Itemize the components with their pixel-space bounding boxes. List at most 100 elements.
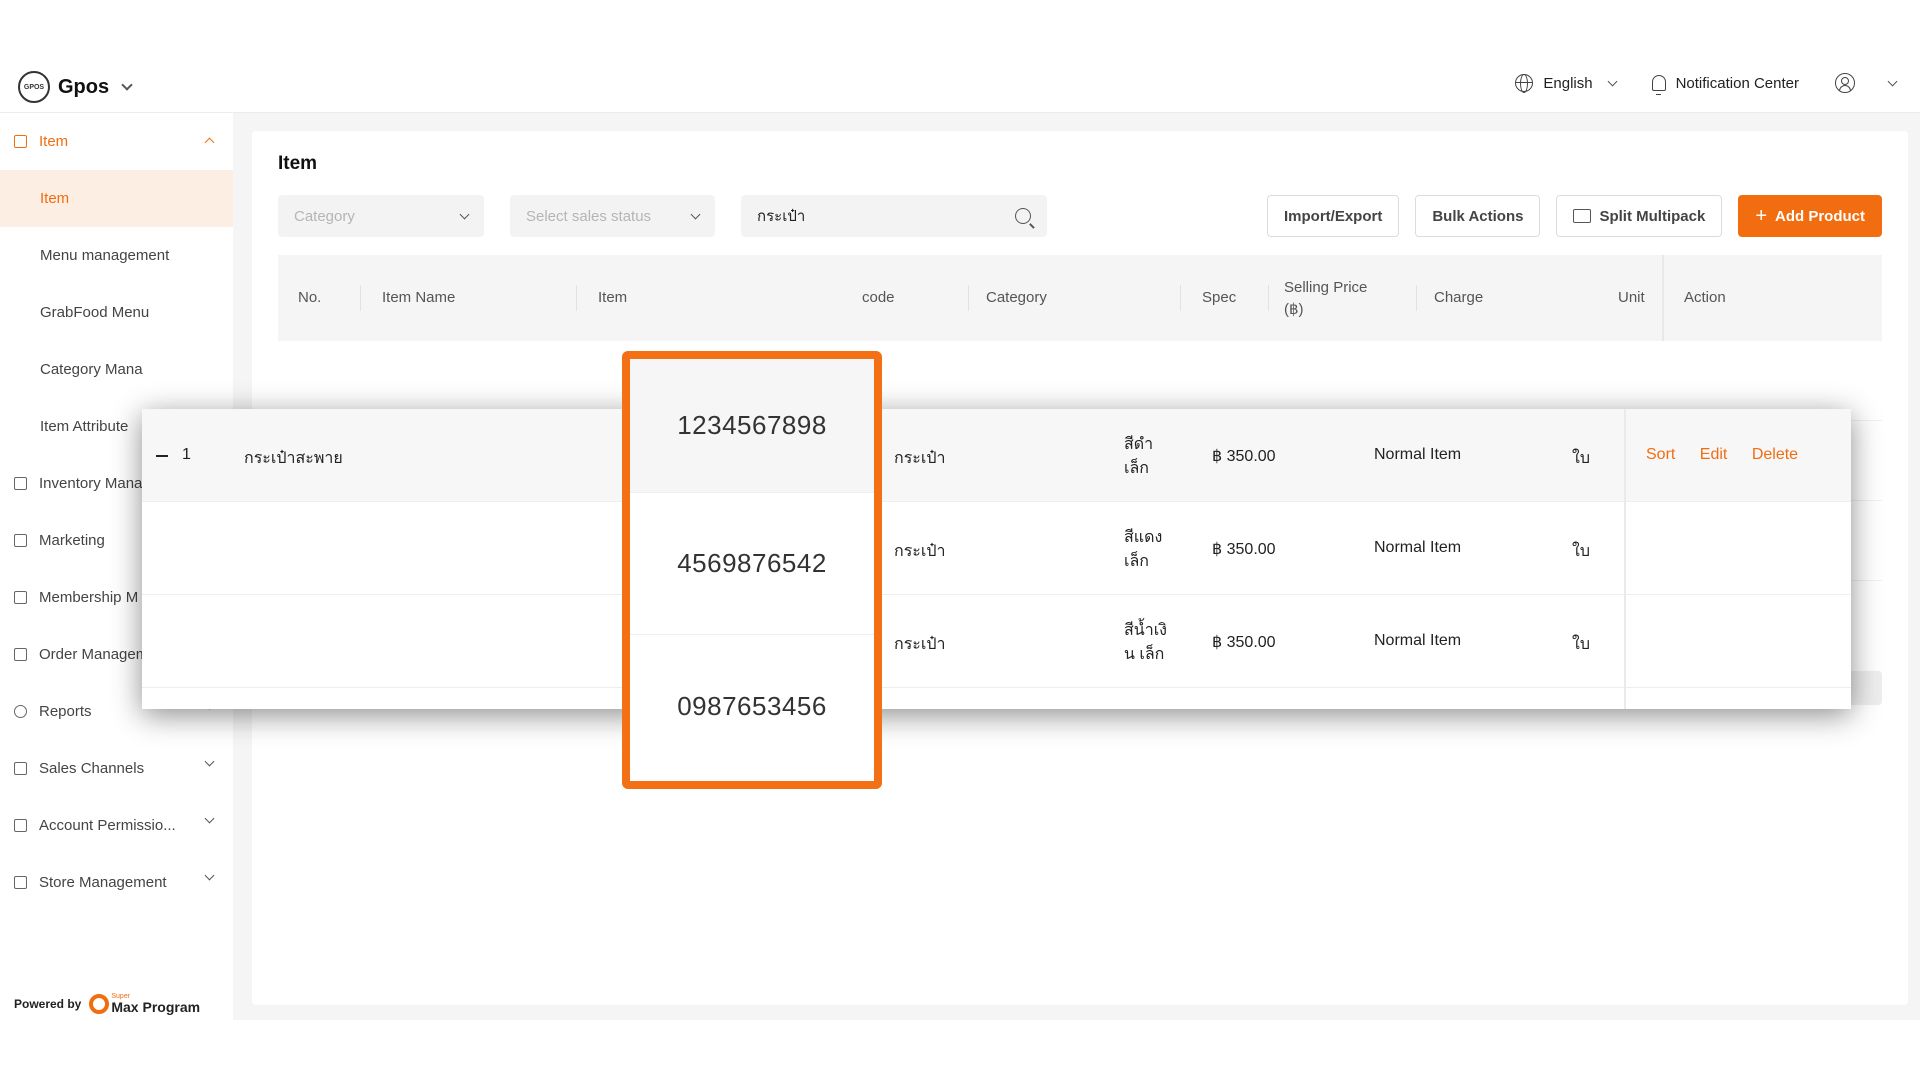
search-input[interactable]: กระเป๋า [741, 195, 1047, 237]
notification-center[interactable]: Notification Center [1651, 74, 1799, 95]
sidebar-item-label: Item Attribute [40, 418, 129, 435]
sidebar-item-category-management[interactable]: Category Mana [0, 341, 233, 398]
header-divider [1268, 285, 1269, 311]
status-placeholder: Select sales status [526, 207, 652, 225]
row-charge: Normal Item [1374, 632, 1462, 649]
row-category: กระเป๋า [894, 543, 946, 560]
store-switcher[interactable]: GPOS Gpos [18, 71, 133, 103]
sidebar-item-item[interactable]: Item [0, 170, 233, 227]
sidebar-item-sales-channels[interactable]: Sales Channels [0, 740, 233, 797]
sales-channels-icon [14, 762, 27, 775]
package-icon [1573, 209, 1592, 223]
table-row[interactable]: 1 กระเป๋าสะพาย กระเป๋า สีดำ เล็ก ฿ 350.0… [142, 409, 1851, 502]
add-product-label: Add Product [1775, 207, 1865, 225]
sidebar-item-label: Item [40, 190, 70, 207]
split-multipack-button[interactable]: Split Multipack [1556, 195, 1723, 237]
bulk-actions-button[interactable]: Bulk Actions [1415, 195, 1541, 237]
split-multipack-label: Split Multipack [1599, 207, 1706, 225]
import-export-button[interactable]: Import/Export [1267, 195, 1400, 237]
infinity-logo-icon [89, 993, 110, 1014]
row-unit: ใบ [1572, 636, 1590, 653]
app-root: GPOS Gpos English Notification Center It… [0, 55, 1920, 1020]
header-spec: Spec [1202, 289, 1237, 306]
sidebar-item-item-group[interactable]: Item [0, 113, 233, 170]
header-divider [1180, 285, 1181, 311]
row-item-name: กระเป๋าสะพาย [244, 450, 343, 467]
powered-brand: Max Program [111, 999, 201, 1015]
row-spec: สีดำ เล็ก [1124, 433, 1153, 481]
page-title: Item [278, 153, 318, 174]
delete-link[interactable]: Delete [1752, 446, 1798, 463]
row-spec-line1: สีแดง [1124, 529, 1163, 546]
sidebar-item-label: Item [39, 133, 69, 150]
row-unit: ใบ [1572, 543, 1590, 560]
category-select[interactable]: Category [278, 195, 484, 237]
sales-status-select[interactable]: Select sales status [510, 195, 715, 237]
sidebar-item-menu-management[interactable]: Menu management [0, 227, 233, 284]
header-action: Action [1684, 289, 1726, 306]
search-icon[interactable] [1015, 208, 1031, 224]
chevron-down-icon [690, 209, 701, 219]
sidebar-item-label: Inventory Mana [39, 475, 143, 492]
row-spec: สีน้ำเงิ น เล็ก [1124, 619, 1167, 667]
bell-icon [1651, 75, 1666, 95]
sidebar-item-store-management[interactable]: Store Management [0, 854, 233, 911]
sidebar-item-label: Marketing [39, 532, 105, 549]
table-row[interactable]: กระเป๋า สีแดง เล็ก ฿ 350.00 Normal Item … [142, 502, 1851, 595]
sidebar-item-label: Membership M [39, 589, 139, 606]
collapse-icon[interactable] [156, 455, 168, 457]
barcode-cell: 4569876542 [630, 493, 874, 635]
user-menu[interactable] [1835, 73, 1898, 93]
sidebar-item-label: Category Mana [40, 361, 143, 378]
warehouse-icon [14, 477, 27, 490]
marketing-icon [14, 534, 27, 547]
toolbar-actions: Import/Export Bulk Actions Split Multipa… [1267, 195, 1882, 237]
sidebar-item-grabfood-menu[interactable]: GrabFood Menu [0, 284, 233, 341]
sidebar-item-label: GrabFood Menu [40, 304, 150, 321]
header-category: Category [986, 289, 1047, 306]
header-unit: Unit [1618, 289, 1645, 306]
header-barcode: code [862, 289, 895, 306]
row-price: ฿ 350.00 [1212, 541, 1276, 558]
row-spec-line1: สีดำ [1124, 436, 1154, 453]
sidebar-item-account-permissions[interactable]: Account Permissio... [0, 797, 233, 854]
row-category: กระเป๋า [894, 636, 946, 653]
action-column-divider [1662, 255, 1664, 341]
chevron-down-icon [459, 209, 470, 219]
powered-by-label: Powered by [14, 996, 82, 1011]
zoomed-rows-overlay: 1 กระเป๋าสะพาย กระเป๋า สีดำ เล็ก ฿ 350.0… [142, 409, 1851, 709]
header-selling-price-line2: (฿) [1284, 301, 1304, 318]
membership-icon [14, 591, 27, 604]
action-column-divider [1624, 409, 1626, 709]
max-program-logo: Super Max Program [89, 993, 200, 1014]
sidebar-item-label: Account Permissio... [39, 817, 176, 834]
row-actions: Sort Edit Delete [1646, 446, 1818, 464]
order-icon [14, 648, 27, 661]
edit-link[interactable]: Edit [1700, 446, 1728, 463]
filter-bar: Category Select sales status กระเป๋า [278, 195, 1047, 237]
row-spec: สีแดง เล็ก [1124, 526, 1162, 574]
chevron-down-icon [204, 870, 215, 881]
chevron-down-icon [204, 756, 215, 767]
header-divider [360, 285, 361, 311]
barcode-highlight: 1234567898 4569876542 0987653456 [622, 351, 882, 789]
chevron-down-icon [121, 79, 133, 91]
sort-link[interactable]: Sort [1646, 446, 1675, 463]
language-switcher[interactable]: English [1515, 74, 1618, 93]
row-price: ฿ 350.00 [1212, 634, 1276, 651]
row-no: 1 [182, 446, 191, 463]
header-item-id: Item [598, 289, 628, 306]
notification-label: Notification Center [1675, 74, 1799, 92]
table-row[interactable]: กระเป๋า สีน้ำเงิ น เล็ก ฿ 350.00 Normal … [142, 595, 1851, 688]
powered-by: Powered by Super Max Program [14, 993, 200, 1014]
row-category: กระเป๋า [894, 450, 946, 467]
header-divider [1416, 285, 1417, 311]
sidebar-item-label: Sales Channels [39, 760, 145, 777]
brand-logo: GPOS [18, 71, 50, 103]
add-product-button[interactable]: + Add Product [1738, 195, 1882, 237]
account-icon [14, 819, 27, 832]
top-bar: GPOS Gpos English Notification Center [0, 55, 1920, 113]
search-value: กระเป๋า [757, 208, 806, 225]
chevron-down-icon [1607, 76, 1618, 86]
barcode-cell: 1234567898 [630, 359, 874, 493]
